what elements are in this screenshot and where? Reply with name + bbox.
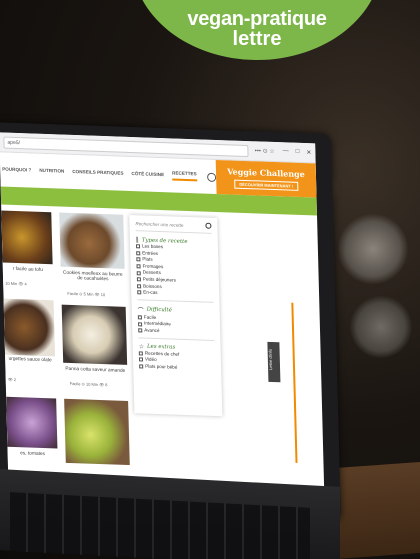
recipe-image <box>59 212 125 269</box>
recipe-card[interactable]: es, tomates <box>6 396 58 469</box>
recipe-image <box>3 298 56 357</box>
checkbox[interactable] <box>138 321 143 327</box>
search-input[interactable]: Rechercher une recette <box>135 221 183 228</box>
filter-panel: Rechercher une recette ‖ Types de recette… <box>129 214 223 417</box>
close-button[interactable]: ✕ <box>306 149 311 156</box>
recipe-title: Panna cotta saveur amande <box>65 366 126 374</box>
bokeh-light <box>350 296 412 358</box>
filter-option[interactable]: En-cas <box>137 289 213 298</box>
search-icon[interactable] <box>206 172 216 182</box>
checkbox[interactable] <box>136 277 141 282</box>
checkbox[interactable] <box>135 244 141 249</box>
divider <box>137 299 214 303</box>
checkbox[interactable] <box>138 357 144 362</box>
laptop-lid: ape5/ ••• ⊙ ☆ — □ ✕ POURQUOI ? NUTRITION… <box>0 121 342 523</box>
window-buttons: — □ ✕ <box>283 148 312 156</box>
recipe-card[interactable]: r facile au tofu 10 Min 👁 4 <box>1 210 54 293</box>
recipe-card[interactable] <box>64 398 130 472</box>
checkbox[interactable] <box>137 315 142 320</box>
recipe-meta: 👁 2 <box>7 376 17 383</box>
photo-scene: ape5/ ••• ⊙ ☆ — □ ✕ POURQUOI ? NUTRITION… <box>0 0 420 559</box>
nav-item-nutrition[interactable]: NUTRITION <box>39 168 64 174</box>
checkbox[interactable] <box>137 290 142 295</box>
nav-item-recettes[interactable]: RECETTES <box>172 170 197 182</box>
recipe-image <box>61 304 128 365</box>
checkbox[interactable] <box>136 270 141 276</box>
chef-hat-icon: ⌒ <box>137 307 144 315</box>
checkbox[interactable] <box>136 264 141 269</box>
maximize-button[interactable]: □ <box>296 149 300 156</box>
option-label: En-cas <box>143 289 158 296</box>
nav-item-cuisine[interactable]: CÔTÉ CUISINE <box>131 171 164 178</box>
option-label: Plats pour bébé <box>145 363 178 370</box>
newsletter-tab[interactable]: Lettre d'info <box>267 341 281 383</box>
recipe-image <box>64 398 130 466</box>
checkbox[interactable] <box>136 251 141 256</box>
divider <box>138 336 215 341</box>
banner-title: Veggie Challenge <box>226 166 305 180</box>
checkbox[interactable] <box>138 351 143 356</box>
recipe-title: Cookies moelleux au beurre de cacahuètes <box>62 270 123 283</box>
recipe-card[interactable]: urgettes sauce olate 👁 2 <box>3 298 56 389</box>
filter-option[interactable]: Avancé <box>138 327 214 336</box>
bokeh-light <box>338 214 408 284</box>
recipe-search[interactable]: Rechercher une recette <box>135 220 212 234</box>
laptop-screen: ape5/ ••• ⊙ ☆ — □ ✕ POURQUOI ? NUTRITION… <box>0 132 325 510</box>
option-label: Avancé <box>144 327 160 333</box>
headline-badge: vegan-pratique lettre <box>132 0 382 60</box>
difficulty-title: Difficulté <box>146 306 172 314</box>
recipe-image <box>6 396 58 449</box>
recipe-card[interactable]: Panna cotta saveur amande Facile ⊙ 10 Mi… <box>61 304 128 393</box>
veggie-challenge-banner[interactable]: Veggie Challenge DÉCOUVRIR MAINTENANT ! <box>215 159 317 198</box>
minimize-button[interactable]: — <box>283 148 289 155</box>
recipe-image <box>1 210 53 265</box>
recipe-meta: 10 Min 👁 4 <box>5 280 27 287</box>
recipe-card[interactable]: Cookies moelleux au beurre de cacahuètes… <box>59 212 126 301</box>
nav-item-conseils[interactable]: CONSEILS PRATIQUES <box>72 169 123 176</box>
recipe-meta: Facile ⊙ 5 Min 👁 10 <box>67 290 106 298</box>
search-icon[interactable] <box>205 222 212 229</box>
checkbox[interactable] <box>136 257 141 262</box>
headline-line-2: lettre <box>232 28 282 50</box>
browser-tools[interactable]: ••• ⊙ ☆ <box>255 147 275 155</box>
recipe-meta: Facile ⊙ 10 Min 👁 8 <box>69 380 108 388</box>
recipe-title: r facile au tofu <box>12 266 43 273</box>
checkbox[interactable] <box>137 284 142 289</box>
banner-cta-button[interactable]: DÉCOUVRIR MAINTENANT ! <box>234 179 299 191</box>
recipe-title: es, tomates <box>20 451 46 458</box>
recipe-title: urgettes sauce olate <box>8 356 52 364</box>
star-icon: ☆ <box>138 342 145 351</box>
checkbox[interactable] <box>139 364 144 369</box>
nav-item-pourquoi[interactable]: POURQUOI ? <box>2 167 31 174</box>
fork-knife-icon: ‖ <box>135 236 139 244</box>
checkbox[interactable] <box>138 328 143 333</box>
filter-option[interactable]: Plats pour bébé <box>139 363 215 372</box>
